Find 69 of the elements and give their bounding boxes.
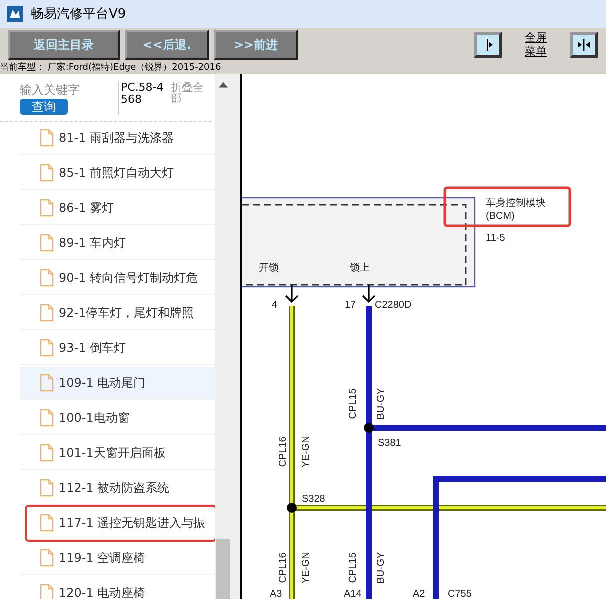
item-label: 120-1 电动座椅 <box>59 584 146 599</box>
diagram-label: C755 <box>448 589 472 599</box>
document-icon <box>40 234 54 252</box>
diagram-label: CPL15 <box>348 388 359 420</box>
search-field[interactable]: 输入关键字 <box>20 82 114 99</box>
document-icon <box>40 339 54 357</box>
document-item[interactable]: 117-1 遥控无钥匙进入与振 <box>27 507 215 540</box>
item-label: 119-1 空调座椅 <box>59 550 146 566</box>
document-icon <box>40 514 54 532</box>
item-label: 93-1 倒车灯 <box>59 340 126 356</box>
document-icon <box>40 374 54 392</box>
collapse-panel-icon[interactable] <box>570 32 598 58</box>
item-label: 92-1停车灯，尾灯和牌照 <box>59 304 194 322</box>
document-icon <box>40 164 54 182</box>
document-icon <box>40 269 54 287</box>
scrollbar[interactable] <box>215 74 232 599</box>
page-reference: 11-5 <box>486 233 506 244</box>
item-label: 101-1天窗开启面板 <box>59 444 166 462</box>
document-icon <box>40 199 54 217</box>
diagram-label: S328 <box>302 494 326 505</box>
item-label: 89-1 车内灯 <box>59 234 126 252</box>
document-icon <box>40 444 54 462</box>
diagram-label: S381 <box>378 438 402 449</box>
item-label: 109-1 电动尾门 <box>59 374 146 392</box>
document-icon <box>40 409 54 427</box>
diagram-label: 4 <box>272 300 278 311</box>
diagram-label: YE-GN <box>301 552 312 584</box>
query-button[interactable]: 查询 <box>20 99 68 115</box>
diagram-label: C2280D <box>375 300 412 311</box>
vehicle-info: 当前车型： 厂家:Ford(福特)Edge（锐界）2015-2016 <box>0 62 606 74</box>
diagram-label: YE-GN <box>301 436 312 468</box>
item-label: 86-1 雾灯 <box>59 200 114 216</box>
splice-node <box>364 423 374 433</box>
document-icon <box>40 479 54 497</box>
diagram-label: CPL15 <box>348 552 359 584</box>
module-name: 车身控制模块 <box>486 198 546 209</box>
item-label: 81-1 雨刮器与洗涤器 <box>59 130 174 146</box>
document-item[interactable]: 109-1 电动尾门 <box>20 367 215 400</box>
document-icon <box>40 549 54 567</box>
splice-node <box>287 503 297 513</box>
diagram-label: BU-GY <box>376 552 387 584</box>
diagram-label: A2 <box>413 589 426 599</box>
item-label: 85-1 前照灯自动大灯 <box>59 164 174 182</box>
module-abbreviation: (BCM) <box>486 211 515 222</box>
diagram-label: 开锁 <box>259 263 279 274</box>
document-icon <box>40 304 54 322</box>
scroll-up-icon[interactable] <box>219 82 228 88</box>
scrollbar-thumb[interactable] <box>216 539 230 599</box>
expand-panel-icon[interactable] <box>474 32 502 58</box>
fullscreen-menu-link[interactable]: 全屏 菜单 <box>525 31 547 59</box>
diagram-label: 锁上 <box>350 263 370 274</box>
vehicle-code: PC.58-4568 <box>118 82 167 115</box>
diagram-label: BU-GY <box>376 388 387 420</box>
connector-arrow <box>362 284 376 304</box>
item-label: 117-1 遥控无钥匙进入与振 <box>59 514 206 532</box>
window-title: 畅易汽修平台V9 <box>31 6 126 23</box>
document-icon <box>40 584 54 599</box>
app-logo-icon <box>7 6 23 22</box>
diagram-label: CPL16 <box>278 436 289 468</box>
item-label: 112-1 被动防盗系统 <box>59 480 170 496</box>
item-label: 100-1电动窗 <box>59 410 130 426</box>
diagram-label: A14 <box>344 589 362 599</box>
connector-arrow <box>285 284 299 304</box>
panel-splitter[interactable] <box>232 74 242 599</box>
item-label: 90-1 转向信号灯制动灯危 <box>59 270 198 286</box>
diagram-label: 17 <box>345 300 356 311</box>
diagram-label: A3 <box>270 589 282 599</box>
document-icon <box>40 129 54 147</box>
diagram-label: CPL16 <box>278 552 289 584</box>
